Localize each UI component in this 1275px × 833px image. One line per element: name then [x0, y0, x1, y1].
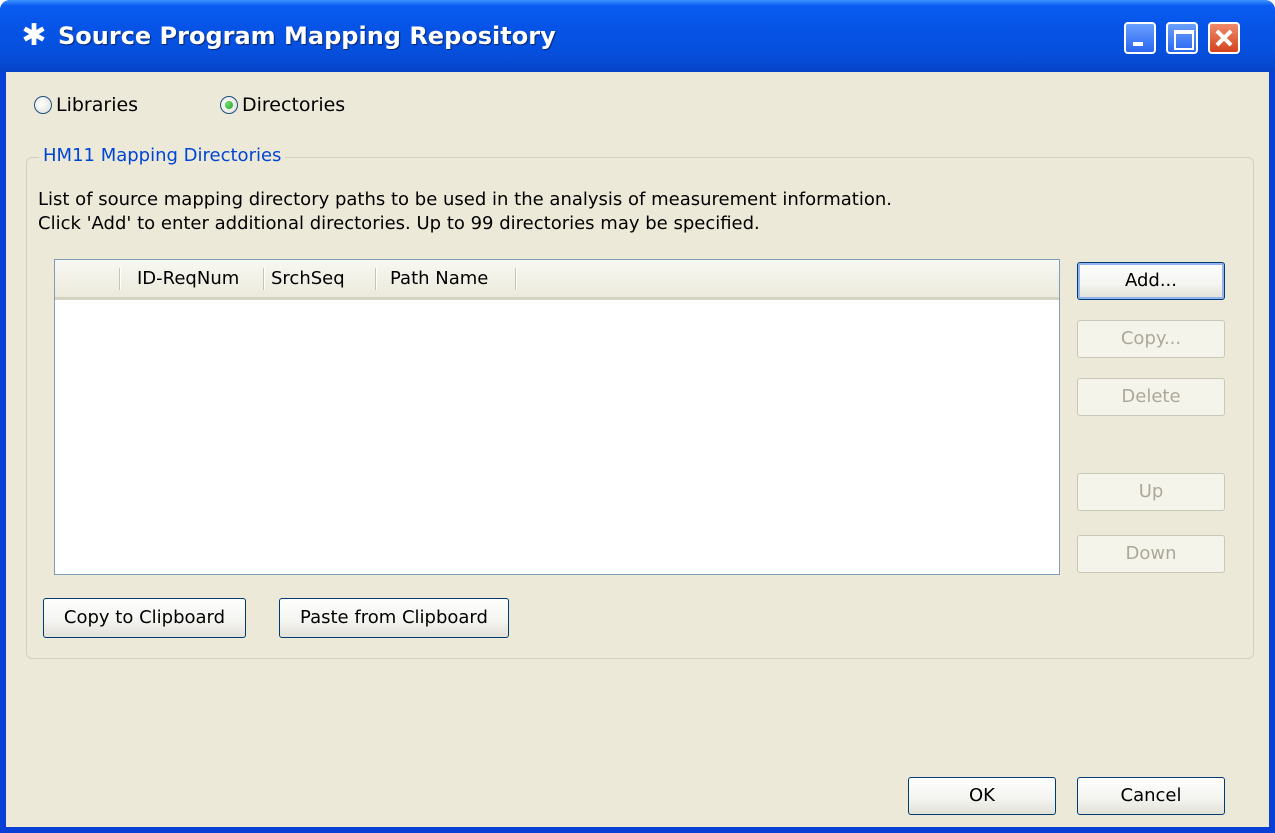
table-header: ID-ReqNum SrchSeq Path Name [55, 260, 1059, 300]
mapping-directories-group: HM11 Mapping Directories List of source … [26, 145, 1254, 659]
column-header-select[interactable] [55, 260, 119, 297]
radio-libraries-indicator[interactable] [34, 96, 52, 114]
close-button[interactable] [1208, 22, 1240, 54]
directories-table[interactable]: ID-ReqNum SrchSeq Path Name [54, 259, 1060, 575]
column-divider[interactable] [375, 268, 376, 290]
cancel-button[interactable]: Cancel [1077, 777, 1225, 815]
ok-button[interactable]: OK [908, 777, 1056, 815]
delete-button[interactable]: Delete [1077, 378, 1225, 416]
radio-libraries[interactable]: Libraries [34, 94, 138, 116]
title-bar[interactable]: ✱ Source Program Mapping Repository [0, 0, 1275, 72]
down-button[interactable]: Down [1077, 535, 1225, 573]
radio-directories[interactable]: Directories [220, 94, 345, 116]
column-header-srchseq[interactable]: SrchSeq [263, 260, 375, 297]
maximize-button[interactable] [1166, 22, 1198, 54]
up-button[interactable]: Up [1077, 473, 1225, 511]
copy-to-clipboard-button[interactable]: Copy to Clipboard [43, 598, 246, 638]
copy-button[interactable]: Copy... [1077, 320, 1225, 358]
dialog-client-area: Libraries Directories HM11 Mapping Direc… [6, 72, 1269, 827]
asterisk-app-icon: ✱ [21, 18, 47, 53]
radio-directories-indicator[interactable] [220, 96, 238, 114]
column-divider[interactable] [515, 268, 516, 290]
description-line-1: List of source mapping directory paths t… [38, 189, 892, 210]
column-header-id-reqnum[interactable]: ID-ReqNum [129, 260, 264, 297]
dialog-window: ✱ Source Program Mapping Repository Libr… [0, 0, 1275, 833]
paste-from-clipboard-button[interactable]: Paste from Clipboard [279, 598, 509, 638]
description-line-2: Click 'Add' to enter additional director… [38, 213, 760, 234]
column-divider[interactable] [119, 268, 120, 290]
radio-directories-label: Directories [242, 94, 346, 116]
group-legend: HM11 Mapping Directories [39, 145, 286, 166]
add-button[interactable]: Add... [1077, 262, 1225, 300]
radio-libraries-label: Libraries [56, 94, 139, 116]
minimize-button[interactable] [1124, 22, 1156, 54]
column-header-path-name[interactable]: Path Name [382, 260, 516, 297]
window-title: Source Program Mapping Repository [58, 22, 556, 50]
